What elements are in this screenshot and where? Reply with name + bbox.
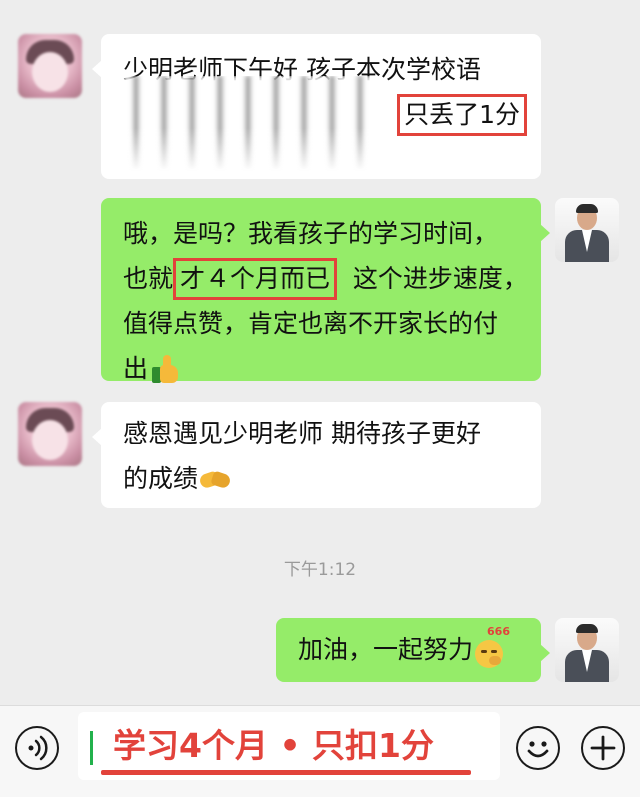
message-text: 值得点赞，肯定也离不开家长的付 xyxy=(123,309,499,338)
message-text: 这个进步速度， xyxy=(337,264,528,293)
message-timestamp: 下午1:12 xyxy=(283,560,357,580)
voice-input-button[interactable] xyxy=(15,726,59,770)
message-text: 感恩遇见少明老师 期待孩子更好 xyxy=(123,419,481,448)
highlighted-text: 只丢了1分 xyxy=(397,94,527,136)
contact-avatar[interactable] xyxy=(18,34,82,98)
message-text: 加油，一起努力 xyxy=(298,635,474,664)
text-cursor xyxy=(90,731,93,765)
smiley-icon xyxy=(527,741,549,758)
contact-avatar[interactable] xyxy=(18,402,82,466)
666-emoji-icon: 666 xyxy=(475,626,510,668)
message-input-text: 学习4个月 • 只扣1分 xyxy=(113,726,434,765)
highlighted-text: 才４个月而已 xyxy=(173,258,338,300)
voice-icon xyxy=(28,735,48,761)
blurred-redaction xyxy=(124,76,374,171)
message-text: 哦，是吗？我看孩子的学习时间， xyxy=(123,219,499,248)
plus-icon xyxy=(590,735,616,761)
my-avatar[interactable] xyxy=(555,198,619,262)
message-text: 出 xyxy=(123,354,149,383)
message-bubble-received[interactable]: 感恩遇见少明老师 期待孩子更好 的成绩 xyxy=(92,402,541,508)
message-bubble-sent[interactable]: 哦，是吗？我看孩子的学习时间， 也就 才４个月而已 这个进步速度， 值得点赞，肯定… xyxy=(101,198,550,383)
more-options-button[interactable] xyxy=(581,726,625,770)
input-underline xyxy=(101,770,471,775)
message-text: 也就 xyxy=(123,264,174,293)
handshake-icon xyxy=(198,465,232,495)
message-text: 的成绩 xyxy=(123,464,199,493)
my-avatar[interactable] xyxy=(555,618,619,682)
thumbs-up-icon xyxy=(150,355,180,385)
message-bubble-sent[interactable]: 加油，一起努力 666 xyxy=(276,618,550,682)
emoji-button[interactable] xyxy=(516,726,560,770)
